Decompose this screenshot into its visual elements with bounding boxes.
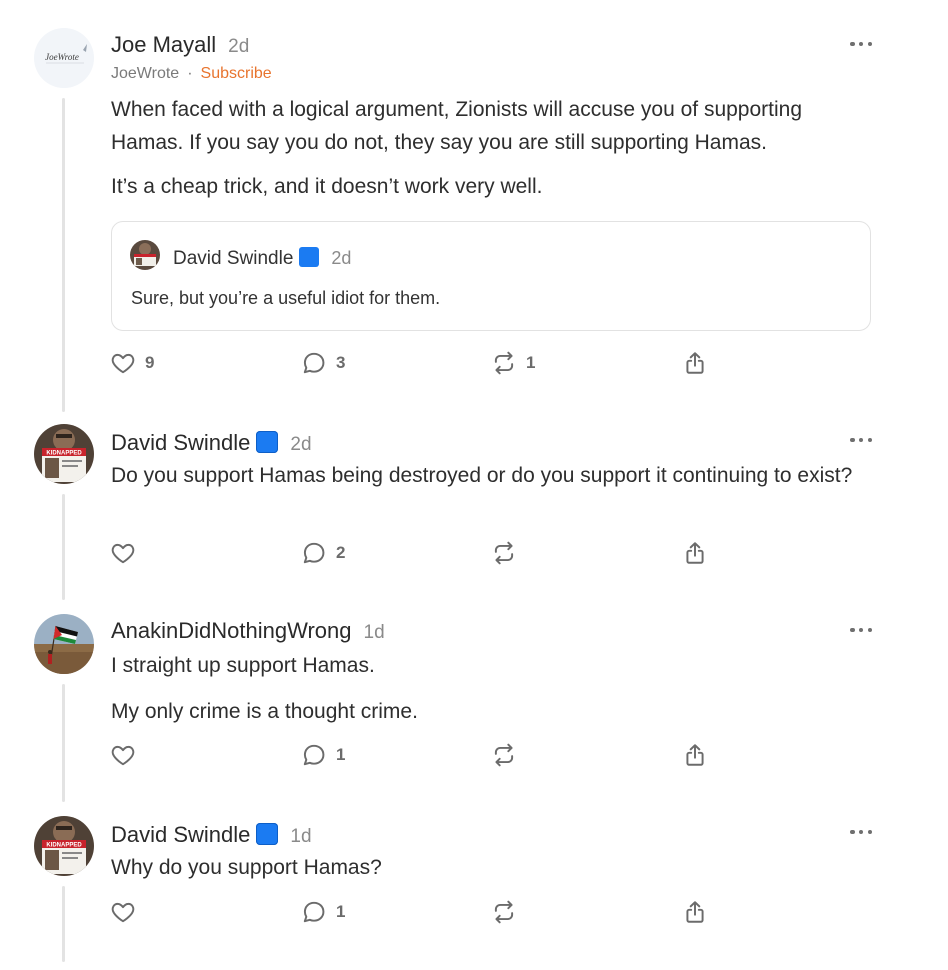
comment-body: When faced with a logical argument, Zion… <box>111 93 871 203</box>
share-icon <box>686 744 704 766</box>
author-name[interactable]: Joe Mayall <box>111 32 216 58</box>
share-button[interactable] <box>682 899 708 925</box>
quoted-header: David Swindle 2d <box>173 244 351 270</box>
restack-button[interactable]: 1 <box>491 350 535 376</box>
more-options-icon[interactable] <box>850 626 872 634</box>
author-name[interactable]: David Swindle <box>111 822 250 848</box>
heart-icon <box>111 543 135 564</box>
reply-button[interactable]: 1 <box>301 899 345 925</box>
restack-count: 1 <box>526 353 536 372</box>
reply-count: 1 <box>336 902 346 921</box>
reply-count: 1 <box>336 745 346 764</box>
comment-time[interactable]: 1d <box>290 826 311 848</box>
comment-header: David Swindle 1d <box>111 820 312 848</box>
action-bar: 2 <box>0 540 948 570</box>
share-icon <box>686 352 704 374</box>
comment-paragraph: I straight up support Hamas. <box>111 654 375 677</box>
verified-badge-icon <box>256 431 279 453</box>
share-icon <box>686 901 704 923</box>
like-button[interactable] <box>110 742 145 768</box>
publication-name[interactable]: JoeWrote <box>111 65 179 82</box>
comment-bubble-icon <box>303 901 325 923</box>
restack-icon <box>494 351 514 375</box>
restack-button[interactable] <box>491 540 526 566</box>
comment-body: Why do you support Hamas? <box>111 851 871 884</box>
publication-row: JoeWrote · Subscribe <box>111 65 272 83</box>
reply-button[interactable]: 3 <box>301 350 345 376</box>
verified-badge-icon <box>256 823 279 845</box>
comment-header: David Swindle 2d <box>111 428 312 456</box>
reply-count: 2 <box>336 543 346 562</box>
reply-button[interactable]: 2 <box>301 540 345 566</box>
restack-button[interactable] <box>491 742 526 768</box>
comment-paragraph: My only crime is a thought crime. <box>111 700 418 723</box>
like-button[interactable] <box>110 540 145 566</box>
more-options-icon[interactable] <box>850 828 872 836</box>
comment-time[interactable]: 2d <box>228 36 249 58</box>
avatar-david-swindle[interactable]: KIDNAPPED <box>34 424 94 484</box>
avatar-sign-text: KIDNAPPED <box>46 843 82 849</box>
avatar-david-swindle[interactable]: KIDNAPPED <box>34 816 94 876</box>
heart-icon <box>111 745 135 766</box>
comment-header: AnakinDidNothingWrong 1d <box>111 618 385 644</box>
avatar-logo-text: JoeWrote <box>45 52 79 62</box>
restack-icon <box>494 900 514 924</box>
author-name[interactable]: AnakinDidNothingWrong <box>111 618 352 644</box>
avatar-joewrote[interactable]: JoeWrote <box>34 28 94 88</box>
comment-body: I straight up support Hamas. My only cri… <box>111 649 871 728</box>
comment-body: Do you support Hamas being destroyed or … <box>111 459 871 492</box>
share-button[interactable] <box>682 742 708 768</box>
comment-thread: JoeWrote Joe Mayall 2d JoeWrote · Subscrib… <box>0 0 948 970</box>
restack-icon <box>494 743 514 767</box>
heart-icon <box>111 353 135 374</box>
quoted-author-name: David Swindle <box>173 248 294 269</box>
reply-button[interactable]: 1 <box>301 742 345 768</box>
avatar-anakin[interactable] <box>34 614 94 674</box>
quoted-time: 2d <box>331 248 352 268</box>
comment-bubble-icon <box>303 352 325 374</box>
heart-icon <box>111 902 135 923</box>
more-options-icon[interactable] <box>850 436 872 444</box>
quoted-comment[interactable]: David Swindle 2d Sure, but you’re a usef… <box>111 221 871 331</box>
comment-bubble-icon <box>303 542 325 564</box>
separator: · <box>187 65 193 82</box>
action-bar: 1 <box>0 899 948 929</box>
comment-time[interactable]: 1d <box>364 622 385 644</box>
share-icon <box>686 542 704 564</box>
restack-icon <box>494 541 514 565</box>
like-button[interactable] <box>110 899 145 925</box>
avatar-sign-text: KIDNAPPED <box>46 451 82 457</box>
action-bar: 1 <box>0 742 948 772</box>
comment-paragraph: When faced with a logical argument, Zion… <box>111 98 803 154</box>
share-button[interactable] <box>682 540 708 566</box>
like-button[interactable]: 9 <box>110 350 154 376</box>
more-options-icon[interactable] <box>850 40 872 48</box>
author-name[interactable]: David Swindle <box>111 430 250 456</box>
comment-paragraph: Do you support Hamas being destroyed or … <box>111 464 853 487</box>
action-bar: 9 3 1 <box>0 350 948 380</box>
comment-bubble-icon <box>303 744 325 766</box>
verified-badge-icon <box>299 247 320 267</box>
comment-time[interactable]: 2d <box>290 434 311 456</box>
like-count: 9 <box>145 353 155 372</box>
restack-button[interactable] <box>491 899 526 925</box>
quoted-text: Sure, but you’re a useful idiot for them… <box>131 288 441 308</box>
comment-header: Joe Mayall 2d <box>111 32 249 58</box>
share-button[interactable] <box>682 350 708 376</box>
avatar-david-swindle-small <box>130 240 160 270</box>
comment-paragraph: It’s a cheap trick, and it doesn’t work … <box>111 175 543 198</box>
comment-paragraph: Why do you support Hamas? <box>111 856 382 879</box>
reply-count: 3 <box>336 353 346 372</box>
subscribe-button[interactable]: Subscribe <box>201 65 272 82</box>
